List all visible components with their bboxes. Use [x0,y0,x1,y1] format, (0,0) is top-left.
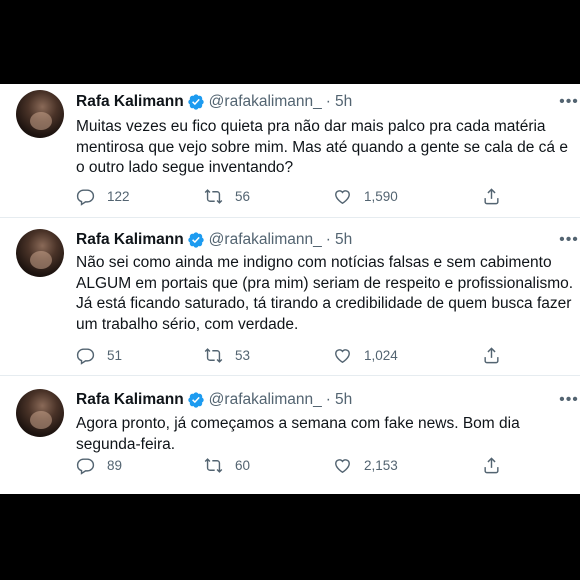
retweet-button[interactable]: 56 [204,185,250,207]
reply-icon [76,347,95,365]
retweet-icon [204,347,223,363]
timestamp[interactable]: 5h [335,231,352,249]
reply-icon [76,457,95,475]
tweet-actions: 122 56 1,590 [76,185,516,207]
avatar[interactable] [16,389,64,437]
author-name[interactable]: Rafa Kalimann [76,93,184,111]
share-icon [484,346,499,363]
timestamp[interactable]: 5h [335,391,352,409]
reply-button[interactable]: 122 [76,185,130,207]
share-icon [484,187,499,204]
tweet-feed: Rafa Kalimann @rafakalimann_ · 5h ••• Mu… [0,84,580,494]
like-icon [335,348,350,363]
author-handle[interactable]: @rafakalimann_ [209,231,322,249]
avatar[interactable] [16,229,64,277]
reply-button[interactable]: 51 [76,344,122,366]
tweet-text: Não sei como ainda me indigno com notíci… [76,254,574,333]
more-icon[interactable]: ••• [559,230,578,250]
tweet-1[interactable]: Rafa Kalimann @rafakalimann_ · 5h ••• Mu… [0,84,580,218]
tweet-header: Rafa Kalimann @rafakalimann_ · 5h [76,230,352,250]
tweet-2[interactable]: Rafa Kalimann @rafakalimann_ · 5h ••• Nã… [0,218,580,376]
like-button[interactable]: 1,590 [333,185,398,207]
like-icon [335,458,350,473]
author-handle[interactable]: @rafakalimann_ [209,93,322,111]
verified-badge-icon [187,232,204,248]
verified-badge-icon [187,392,204,408]
tweet-3[interactable]: Rafa Kalimann @rafakalimann_ · 5h ••• Ag… [0,376,580,494]
share-icon [484,456,499,473]
separator-dot: · [325,391,331,408]
separator-dot: · [325,93,331,110]
share-button[interactable] [482,185,513,207]
more-icon[interactable]: ••• [559,92,578,112]
share-button[interactable] [482,454,513,476]
verified-badge-icon [187,94,204,110]
reply-count: 51 [107,347,123,363]
author-name[interactable]: Rafa Kalimann [76,231,184,249]
tweet-header: Rafa Kalimann @rafakalimann_ · 5h [76,92,352,112]
timestamp[interactable]: 5h [335,93,352,111]
retweet-button[interactable]: 53 [204,344,250,366]
more-icon[interactable]: ••• [559,390,578,410]
reply-count: 122 [107,188,130,204]
like-count: 1,590 [364,188,398,204]
avatar[interactable] [16,90,64,138]
retweet-count: 53 [235,347,251,363]
like-icon [335,189,350,204]
retweet-icon [204,188,223,204]
tweet-text: Muitas vezes eu fico quieta pra não dar … [76,118,568,176]
like-count: 2,153 [364,457,398,473]
tweet-text: Agora pronto, já começamos a semana com … [76,415,520,453]
like-count: 1,024 [364,347,398,363]
author-handle[interactable]: @rafakalimann_ [209,391,322,409]
reply-icon [76,188,95,206]
reply-button[interactable]: 89 [76,454,122,476]
bottom-black-band [0,494,580,580]
retweet-count: 60 [235,457,251,473]
retweet-icon [204,457,223,473]
tweet-actions: 89 60 2,153 [76,454,516,476]
retweet-button[interactable]: 60 [204,454,250,476]
tweet-actions: 51 53 1,024 [76,344,516,366]
like-button[interactable]: 2,153 [333,454,398,476]
top-black-band [0,0,580,84]
retweet-count: 56 [235,188,251,204]
share-button[interactable] [482,344,513,366]
tweet-header: Rafa Kalimann @rafakalimann_ · 5h [76,390,352,410]
reply-count: 89 [107,457,123,473]
separator-dot: · [325,231,331,248]
author-name[interactable]: Rafa Kalimann [76,391,184,409]
like-button[interactable]: 1,024 [333,344,398,366]
